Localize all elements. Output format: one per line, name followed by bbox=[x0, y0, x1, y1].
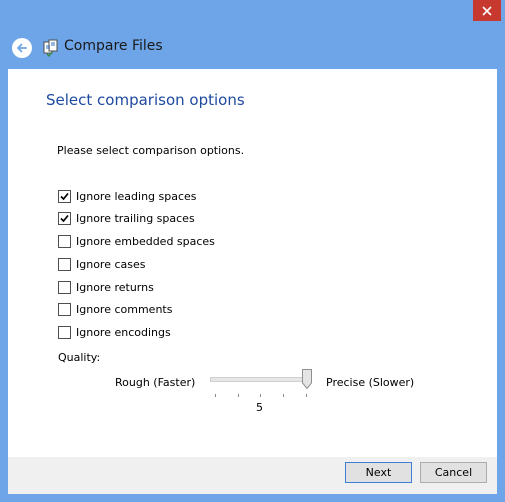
option-ignore-embedded-spaces[interactable]: Ignore embedded spaces bbox=[58, 233, 215, 249]
close-button[interactable] bbox=[473, 0, 501, 21]
footer-bar: Next Cancel bbox=[8, 457, 497, 494]
instructions-text: Please select comparison options. bbox=[57, 144, 245, 157]
option-label: Ignore returns bbox=[76, 280, 154, 294]
slider-value: 5 bbox=[256, 401, 263, 414]
slider-tick bbox=[260, 394, 261, 397]
option-ignore-returns[interactable]: Ignore returns bbox=[58, 279, 154, 295]
slider-tick bbox=[283, 394, 284, 397]
checkbox[interactable] bbox=[58, 234, 71, 248]
checkbox[interactable] bbox=[58, 325, 71, 339]
back-button[interactable] bbox=[12, 38, 32, 58]
option-label: Ignore trailing spaces bbox=[76, 211, 195, 225]
slider-max-label: Precise (Slower) bbox=[326, 376, 415, 389]
option-ignore-cases[interactable]: Ignore cases bbox=[58, 256, 146, 272]
option-label: Ignore cases bbox=[76, 257, 146, 271]
option-ignore-trailing-spaces[interactable]: Ignore trailing spaces bbox=[58, 210, 195, 226]
slider-tick bbox=[238, 394, 239, 397]
checkbox[interactable] bbox=[58, 280, 71, 294]
slider-tick bbox=[215, 394, 216, 397]
option-ignore-encodings[interactable]: Ignore encodings bbox=[58, 324, 171, 340]
cancel-button[interactable]: Cancel bbox=[420, 462, 487, 483]
option-ignore-leading-spaces[interactable]: Ignore leading spaces bbox=[58, 188, 197, 204]
option-ignore-comments[interactable]: Ignore comments bbox=[58, 301, 172, 317]
window-title: Compare Files bbox=[64, 38, 163, 54]
slider-track[interactable] bbox=[210, 377, 310, 382]
checkbox[interactable] bbox=[58, 211, 71, 225]
option-label: Ignore leading spaces bbox=[76, 189, 197, 203]
compare-files-app-icon bbox=[43, 39, 58, 57]
checkmark-icon bbox=[60, 192, 69, 200]
next-button[interactable]: Next bbox=[345, 462, 412, 483]
option-label: Ignore comments bbox=[76, 302, 173, 316]
checkbox[interactable] bbox=[58, 302, 71, 316]
quality-slider[interactable] bbox=[210, 369, 312, 403]
checkbox[interactable] bbox=[58, 257, 71, 271]
option-label: Ignore embedded spaces bbox=[76, 234, 215, 248]
close-icon bbox=[482, 5, 492, 16]
page-heading: Select comparison options bbox=[46, 91, 245, 109]
slider-tick bbox=[306, 394, 307, 397]
header: Compare Files bbox=[0, 26, 505, 70]
quality-label: Quality: bbox=[58, 351, 101, 364]
content-panel: Select comparison options Please select … bbox=[8, 69, 497, 457]
checkbox[interactable] bbox=[58, 189, 71, 203]
compare-files-window: Compare Files Select comparison options … bbox=[0, 0, 505, 502]
slider-min-label: Rough (Faster) bbox=[115, 376, 196, 389]
slider-thumb[interactable] bbox=[302, 369, 312, 389]
checkmark-icon bbox=[60, 214, 69, 222]
back-arrow-icon bbox=[17, 43, 27, 53]
option-label: Ignore encodings bbox=[76, 325, 171, 339]
